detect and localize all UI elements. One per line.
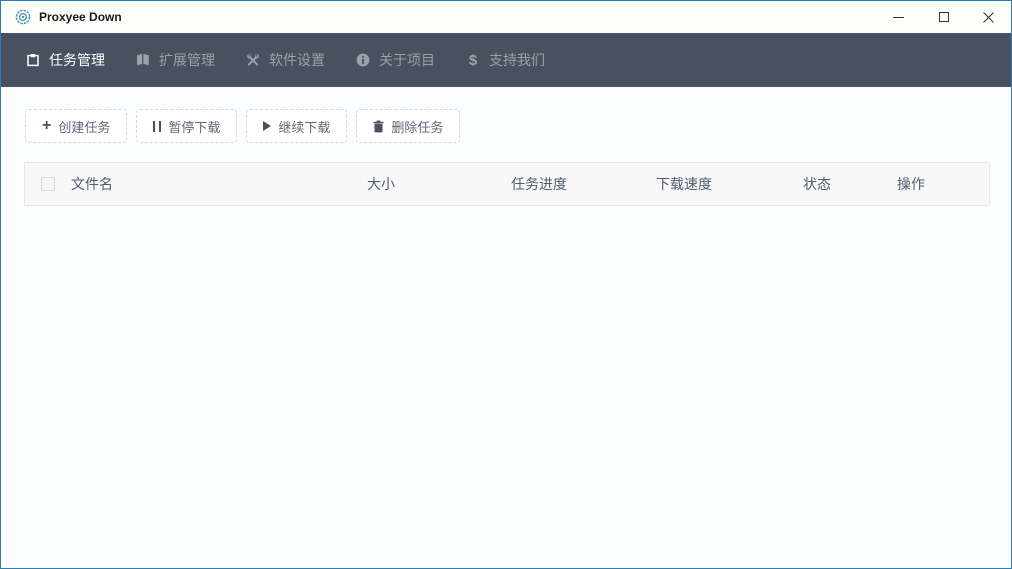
select-all-checkbox[interactable] [41,177,55,191]
nav-tab-software-settings[interactable]: 软件设置 [245,50,325,70]
title-bar: Proxyee Down [1,1,1011,33]
app-logo-icon [15,9,31,25]
minimize-icon [893,16,904,18]
maximize-icon [938,12,949,22]
column-header-progress: 任务进度 [511,176,567,192]
select-all-cell [25,177,71,191]
nav-tab-label: 扩展管理 [159,52,215,68]
column-header-filename: 文件名 [71,176,113,192]
info-circle-icon [355,52,371,68]
minimize-button[interactable] [876,1,921,33]
window-controls [876,1,1011,33]
delete-task-button[interactable]: 删除任务 [356,109,461,143]
column-header-status: 状态 [803,176,831,192]
resume-download-button[interactable]: 继续下载 [246,109,348,143]
trash-icon [373,120,384,133]
dollar-icon: $ [468,51,478,69]
task-table-header: 文件名 大小 任务进度 下载速度 状态 操作 [24,162,990,206]
nav-tab-support-us[interactable]: $ 支持我们 [465,50,545,70]
column-header-operation: 操作 [897,176,925,192]
nav-tab-task-management[interactable]: 任务管理 [25,50,105,70]
book-icon [135,52,151,68]
button-label: 继续下载 [278,119,331,135]
button-label: 删除任务 [391,119,444,135]
create-task-button[interactable]: + 创建任务 [25,109,128,143]
tools-icon [245,52,261,68]
nav-tab-extension-management[interactable]: 扩展管理 [135,50,215,70]
window-title: Proxyee Down [39,10,122,24]
pause-download-button[interactable]: 暂停下载 [136,109,238,143]
nav-tab-label: 任务管理 [49,52,105,68]
nav-tab-label: 支持我们 [489,52,545,68]
nav-tab-about-project[interactable]: 关于项目 [355,50,435,70]
main-nav: 任务管理 扩展管理 软件设置 关于项目 $ 支持我们 [1,33,1011,87]
task-toolbar: + 创建任务 暂停下载 继续下载 删除任务 [1,87,1011,143]
clipboard-icon [25,52,41,68]
close-button[interactable] [966,1,1011,33]
app-window: Proxyee Down 任务管理 扩展管理 软件设置 关于项目 $ 支持我们 … [0,0,1012,569]
button-label: 创建任务 [58,119,111,135]
maximize-button[interactable] [921,1,966,33]
nav-tab-label: 软件设置 [269,52,325,68]
pause-icon [153,120,162,132]
nav-tab-label: 关于项目 [379,52,435,68]
plus-icon: + [42,116,52,134]
close-icon [983,11,994,23]
column-header-size: 大小 [367,176,395,192]
column-header-speed: 下载速度 [656,176,712,192]
play-icon [263,121,272,131]
content-area: + 创建任务 暂停下载 继续下载 删除任务 文件名 大小 任务进度 下载速度 状… [1,87,1011,568]
button-label: 暂停下载 [168,119,221,135]
